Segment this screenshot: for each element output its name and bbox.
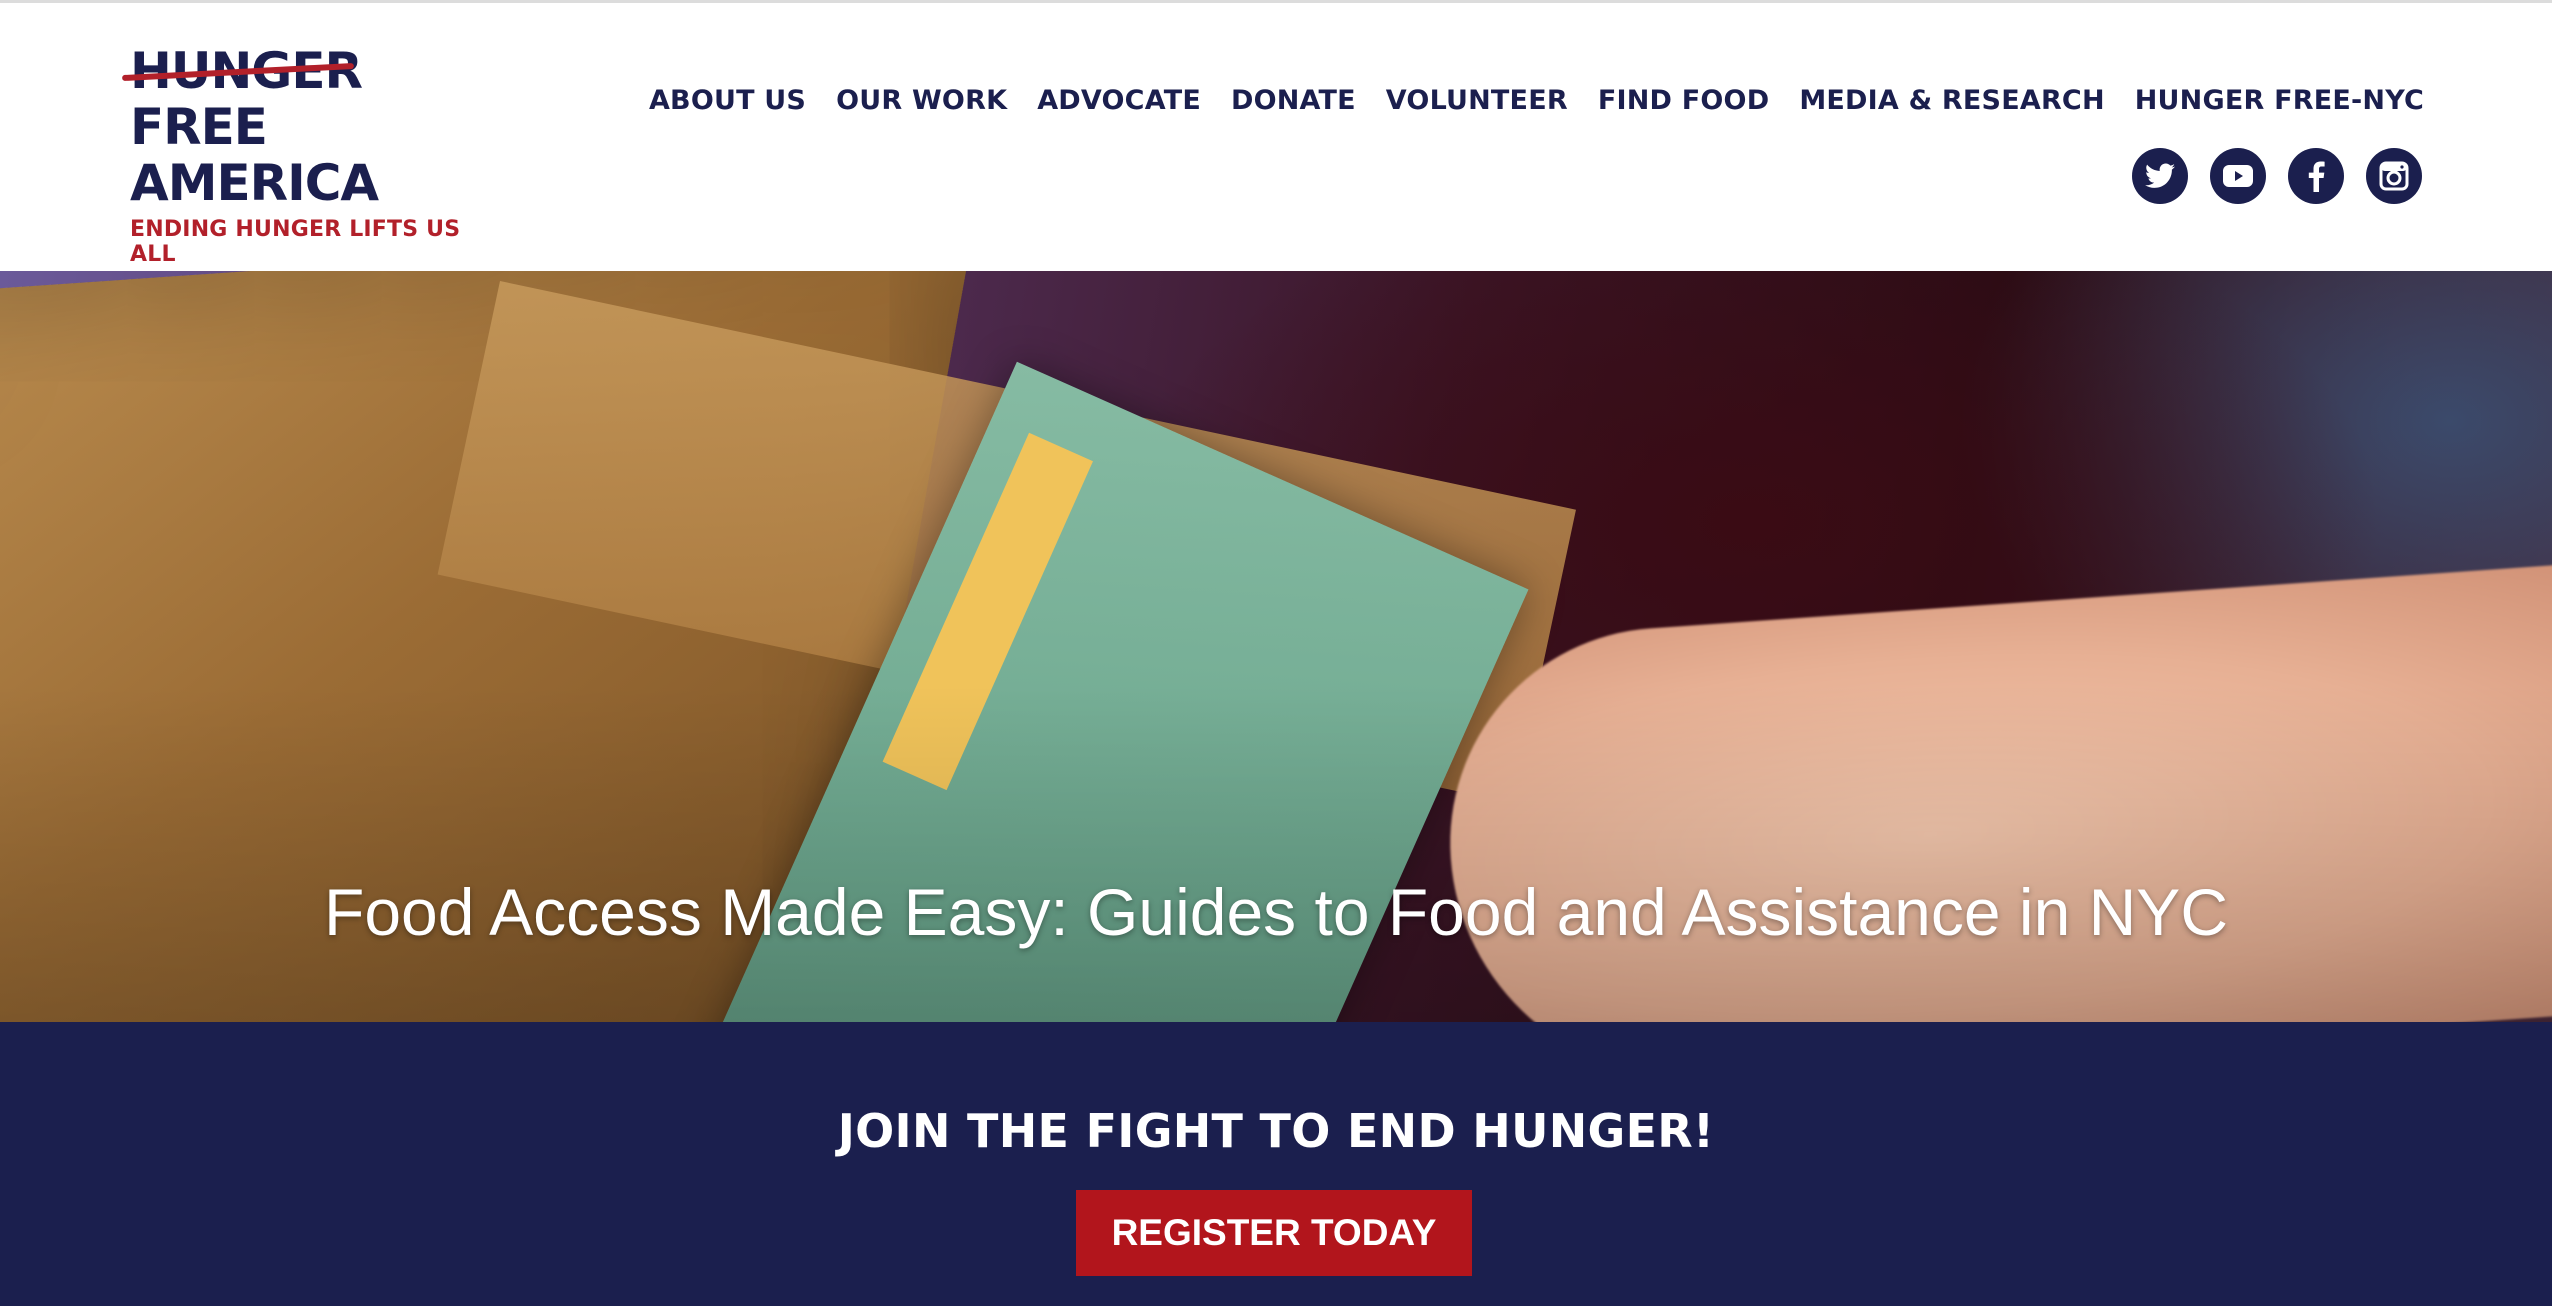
nav-item: OUR WORK [836,85,1007,116]
cta-title: JOIN THE FIGHT TO END HUNGER! [837,1104,1715,1158]
social-links [2132,148,2422,204]
instagram-button[interactable] [2366,148,2422,204]
facebook-button[interactable] [2288,148,2344,204]
youtube-button[interactable] [2210,148,2266,204]
page: HUNGER FREE AMERICA ENDING HUNGER LIFTS … [0,0,2552,1306]
logo-tagline: ENDING HUNGER LIFTS US ALL [130,217,461,267]
logo-line-america: AMERICA [130,154,379,212]
nav-link-find-food[interactable]: FIND FOOD [1598,85,1769,116]
nav-link-our-work[interactable]: OUR WORK [836,85,1007,116]
nav-link-hunger-free-nyc[interactable]: HUNGER FREE-NYC [2135,85,2424,116]
cta-banner: JOIN THE FIGHT TO END HUNGER! REGISTER T… [0,1022,2552,1306]
hero-title: Food Access Made Easy: Guides to Food an… [324,875,2228,949]
nav-link-about-us[interactable]: ABOUT US [649,85,806,116]
hero-banner: Food Access Made Easy: Guides to Food an… [0,271,2552,1022]
instagram-icon [2379,161,2409,191]
nav-item: ABOUT US [649,85,806,116]
twitter-button[interactable] [2132,148,2188,204]
nav-item: FIND FOOD [1598,85,1769,116]
nav-item: VOLUNTEER [1386,85,1568,116]
nav-link-donate[interactable]: DONATE [1231,85,1356,116]
nav-item: DONATE [1231,85,1356,116]
logo-link[interactable]: HUNGER FREE AMERICA ENDING HUNGER LIFTS … [122,43,500,267]
logo-line-free: FREE [130,98,268,156]
facebook-icon [2308,161,2325,192]
twitter-icon [2145,163,2175,188]
site-header: HUNGER FREE AMERICA ENDING HUNGER LIFTS … [0,0,2552,271]
main-nav: ABOUT US OUR WORK ADVOCATE DONATE VOLUNT… [649,85,2424,116]
nav-link-volunteer[interactable]: VOLUNTEER [1386,85,1568,116]
logo-line-hunger: HUNGER [122,43,500,99]
nav-link-advocate[interactable]: ADVOCATE [1037,85,1201,116]
nav-item: ADVOCATE [1037,85,1201,116]
nav-item: MEDIA & RESEARCH [1799,85,2104,116]
nav-link-media-research[interactable]: MEDIA & RESEARCH [1799,85,2104,116]
youtube-icon [2223,165,2253,187]
register-today-button[interactable]: REGISTER TODAY [1076,1190,1472,1276]
nav-item: HUNGER FREE-NYC [2135,85,2424,116]
